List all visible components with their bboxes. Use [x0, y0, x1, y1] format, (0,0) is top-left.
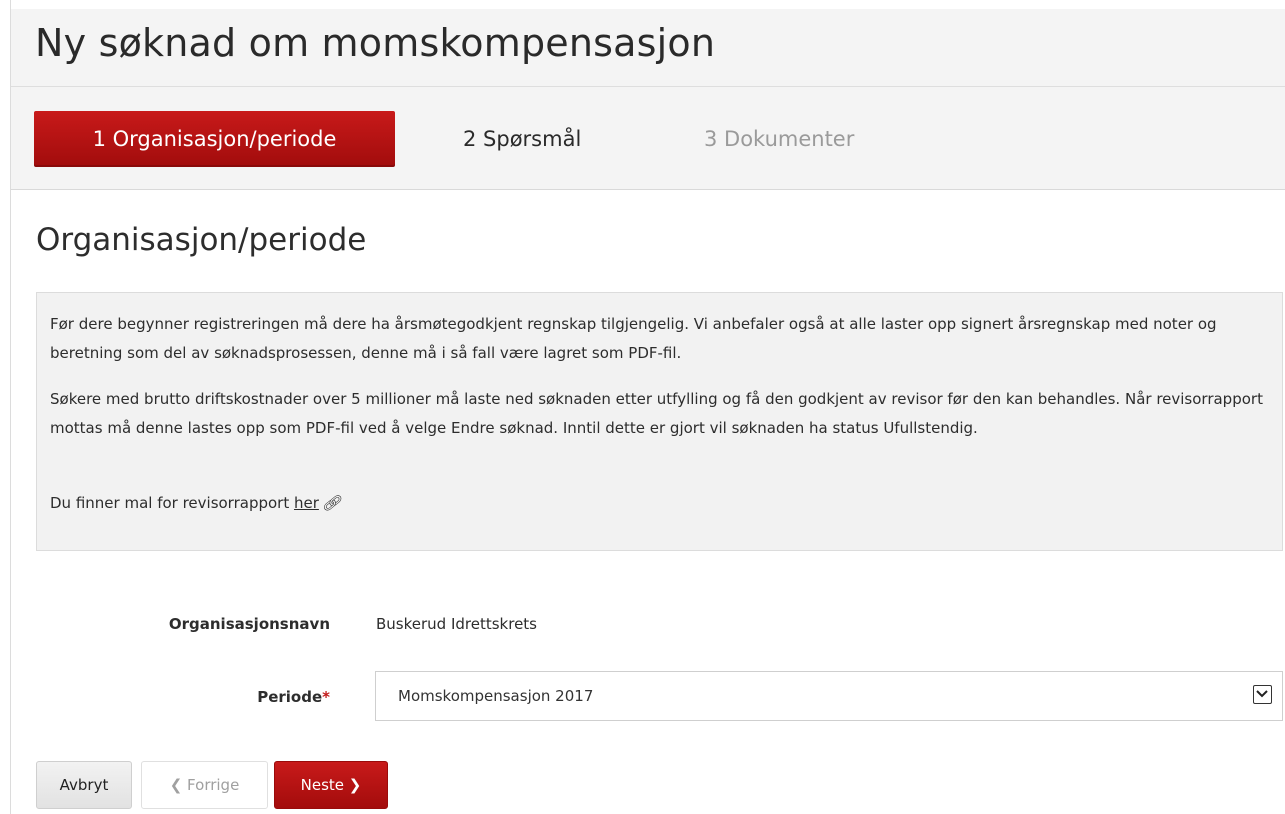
org-name-value: Buskerud Idrettskrets: [376, 615, 537, 633]
period-select-value: Momskompensasjon 2017: [398, 687, 594, 705]
previous-button[interactable]: ❮ Forrige: [141, 761, 268, 809]
next-button[interactable]: Neste ❯: [274, 761, 388, 809]
previous-button-label: Forrige: [187, 776, 240, 794]
period-label-text: Periode: [257, 688, 323, 706]
page-title: Ny søknad om momskompensasjon: [35, 21, 716, 65]
required-mark: *: [322, 688, 330, 706]
period-label: Periode*: [60, 688, 330, 706]
info-paragraph-2: Søkere med brutto driftskostnader over 5…: [50, 390, 1263, 437]
link-icon: 🔗︎: [321, 494, 341, 512]
info-paragraph-3: Du finner mal for revisorrapport her 🔗︎: [50, 489, 1275, 518]
info-paragraph-3-text: Du finner mal for revisorrapport: [50, 494, 294, 512]
org-name-label: Organisasjonsnavn: [168, 615, 330, 633]
next-button-label: Neste: [300, 776, 344, 794]
cancel-button[interactable]: Avbryt: [36, 761, 132, 809]
revisor-template-link[interactable]: her: [294, 494, 319, 512]
step-sporsmal[interactable]: 2 Spørsmål: [463, 111, 581, 167]
chevron-left-icon: ❮: [169, 776, 183, 794]
section-title: Organisasjon/periode: [36, 222, 367, 258]
wizard-steps: 1 Organisasjon/periode 2 Spørsmål 3 Doku…: [11, 87, 1285, 190]
step-dokumenter: 3 Dokumenter: [704, 127, 855, 151]
step-organisasjon-periode[interactable]: 1 Organisasjon/periode: [34, 111, 395, 167]
info-paragraph-1: Før dere begynner registreringen må dere…: [50, 315, 1217, 362]
period-select[interactable]: Momskompensasjon 2017: [375, 671, 1283, 721]
chevron-right-icon: ❯: [348, 776, 362, 794]
chevron-down-icon[interactable]: [1253, 685, 1272, 704]
page-header: Ny søknad om momskompensasjon: [11, 9, 1285, 87]
info-box: Før dere begynner registreringen må dere…: [36, 292, 1283, 551]
